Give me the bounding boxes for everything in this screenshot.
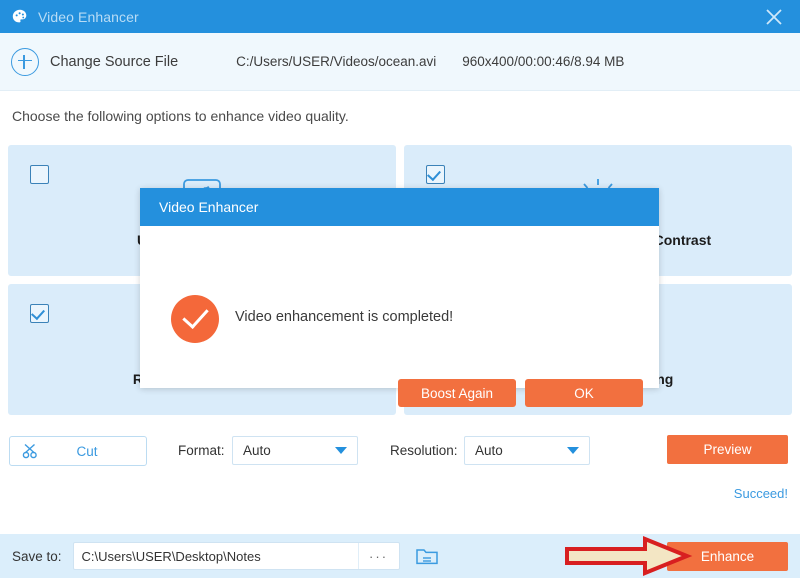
boost-again-button[interactable]: Boost Again bbox=[398, 379, 516, 407]
resolution-label: Resolution: bbox=[390, 443, 458, 458]
title-bar: Video Enhancer bbox=[0, 0, 800, 33]
chevron-down-icon bbox=[567, 447, 579, 454]
source-file-bar: Change Source File C:/Users/USER/Videos/… bbox=[0, 33, 800, 91]
instruction-text: Choose the following options to enhance … bbox=[12, 108, 349, 124]
cut-button-label: Cut bbox=[76, 443, 98, 459]
preview-button[interactable]: Preview bbox=[667, 435, 788, 464]
dialog-title: Video Enhancer bbox=[159, 199, 259, 215]
checkbox-remove-video-noise[interactable] bbox=[30, 304, 49, 323]
plus-circle-icon[interactable] bbox=[11, 47, 39, 76]
resolution-select[interactable]: Auto bbox=[464, 436, 590, 465]
save-path-input[interactable]: C:\Users\USER\Desktop\Notes ··· bbox=[72, 542, 400, 570]
save-bar: Save to: C:\Users\USER\Desktop\Notes ···… bbox=[0, 534, 800, 578]
success-check-icon bbox=[171, 295, 219, 343]
change-source-file-button[interactable]: Change Source File bbox=[50, 54, 178, 70]
ok-button[interactable]: OK bbox=[525, 379, 643, 407]
dialog-title-bar: Video Enhancer bbox=[140, 188, 659, 226]
close-icon[interactable] bbox=[748, 0, 800, 33]
resolution-select-value: Auto bbox=[475, 443, 503, 458]
format-label: Format: bbox=[178, 443, 225, 458]
cut-button[interactable]: Cut bbox=[9, 436, 147, 466]
enhance-button[interactable]: Enhance bbox=[667, 542, 788, 571]
completion-dialog: Video Enhancer Video enhancement is comp… bbox=[140, 188, 659, 407]
source-file-meta: 960x400/00:00:46/8.94 MB bbox=[462, 54, 625, 69]
save-to-label: Save to: bbox=[12, 548, 62, 564]
format-select-value: Auto bbox=[243, 443, 271, 458]
chevron-down-icon bbox=[335, 447, 347, 454]
dialog-body: Video enhancement is completed! Boost Ag… bbox=[140, 226, 659, 407]
app-title: Video Enhancer bbox=[38, 8, 139, 25]
status-succeed-link[interactable]: Succeed! bbox=[734, 486, 788, 501]
save-path-value: C:\Users\USER\Desktop\Notes bbox=[81, 548, 261, 564]
format-select[interactable]: Auto bbox=[232, 436, 358, 465]
dialog-message: Video enhancement is completed! bbox=[235, 309, 454, 325]
source-file-path: C:/Users/USER/Videos/ocean.avi bbox=[236, 54, 437, 69]
browse-button[interactable]: ··· bbox=[357, 543, 399, 569]
checkbox-upscale-resolution[interactable] bbox=[30, 165, 49, 184]
scissors-icon bbox=[22, 443, 42, 459]
tools-row: Cut Format: Auto Resolution: Auto Previe… bbox=[0, 430, 800, 472]
palette-icon bbox=[10, 7, 30, 27]
checkbox-optimize-brightness-contrast[interactable] bbox=[426, 165, 445, 184]
folder-open-icon[interactable] bbox=[412, 543, 442, 569]
